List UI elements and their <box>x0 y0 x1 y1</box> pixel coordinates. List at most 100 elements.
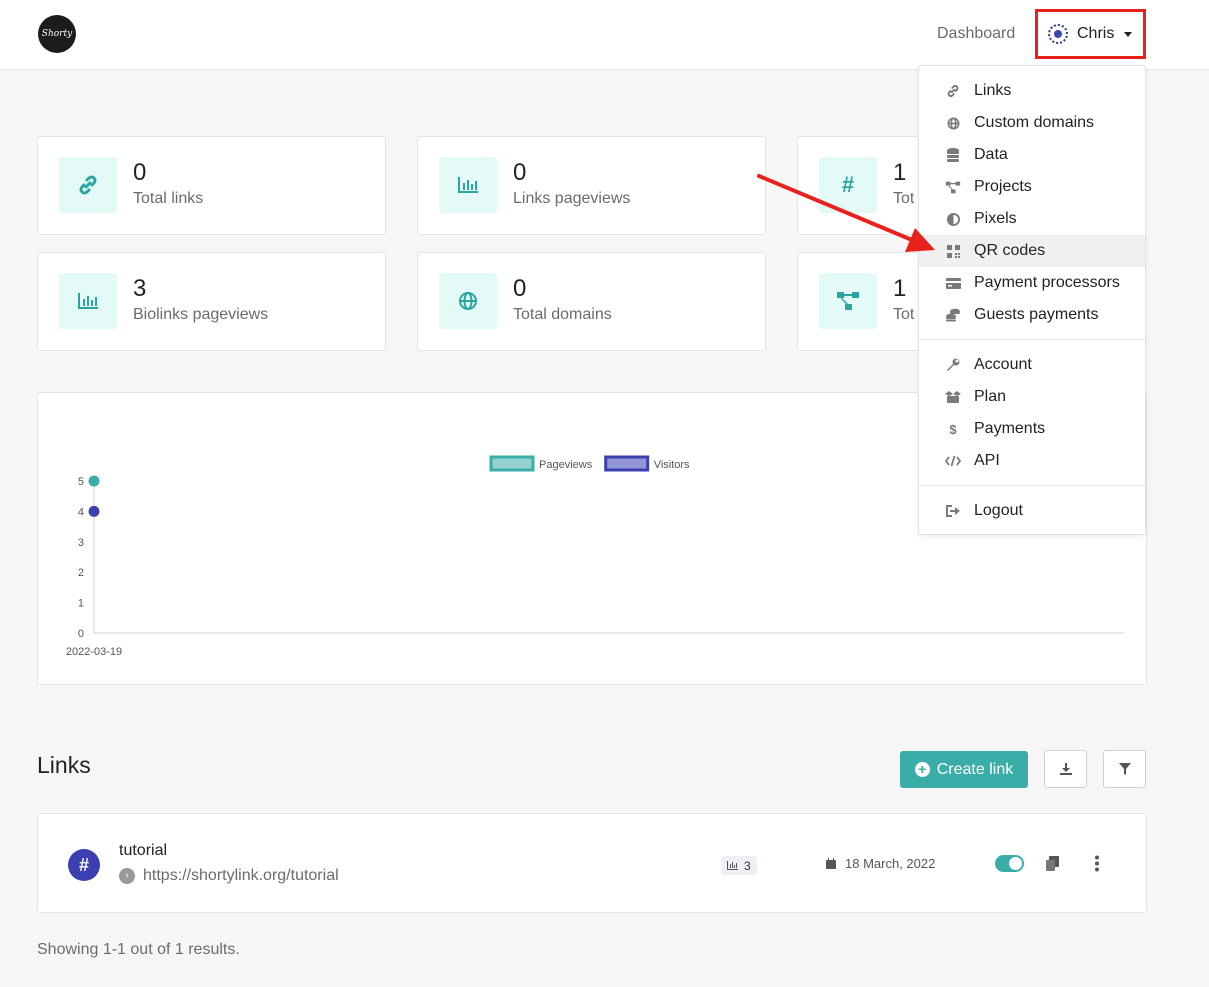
stat-card-biolinks-pageviews: 3 Biolinks pageviews <box>37 252 386 351</box>
menu-item-label: Payments <box>974 420 1046 437</box>
navbar: Shorty Dashboard Chris <box>0 0 1209 70</box>
bar-chart-icon <box>727 861 738 870</box>
adjust-icon <box>945 211 961 227</box>
globe-icon <box>439 273 497 329</box>
menu-item-label: Projects <box>974 178 1032 195</box>
menu-item-custom-domains[interactable]: Custom domains <box>919 107 1145 139</box>
database-icon <box>945 147 961 163</box>
hashtag-icon: # <box>68 849 100 881</box>
bar-chart-icon <box>59 273 117 329</box>
legend-label: Pageviews <box>539 459 593 471</box>
legend-swatch-pageviews <box>489 455 535 472</box>
pageviews-count: 3 <box>744 858 751 873</box>
create-link-label: Create link <box>936 760 1014 778</box>
y-tick-label: 0 <box>78 628 84 640</box>
menu-item-label: Data <box>974 146 1008 163</box>
menu-item-account[interactable]: Account <box>919 349 1145 381</box>
x-tick-label: 2022-03-19 <box>66 646 122 658</box>
credit-card-icon <box>945 275 961 291</box>
menu-item-label: Guests payments <box>974 306 1099 323</box>
export-button[interactable] <box>1044 750 1087 788</box>
user-name: Chris <box>1077 25 1115 42</box>
box-open-icon <box>945 389 961 405</box>
hashtag-icon: # <box>819 157 877 213</box>
menu-item-payment-processors[interactable]: Payment processors <box>919 267 1145 299</box>
link-date-text: 18 March, 2022 <box>845 856 936 871</box>
results-summary: Showing 1-1 out of 1 results. <box>37 941 240 958</box>
copy-icon[interactable] <box>1046 856 1059 871</box>
data-point-visitors <box>88 505 100 517</box>
menu-item-logout[interactable]: Logout <box>919 495 1145 527</box>
link-url-text: https://shortylink.org/tutorial <box>143 867 339 884</box>
link-date: 18 March, 2022 <box>826 856 935 871</box>
avatar-icon <box>1048 24 1068 44</box>
pageviews-badge[interactable]: 3 <box>721 856 757 875</box>
menu-item-label: QR codes <box>974 242 1046 259</box>
menu-item-data[interactable]: Data <box>919 139 1145 171</box>
globe-icon <box>945 115 961 131</box>
stat-label: Biolinks pageviews <box>133 306 269 323</box>
stat-label: Total domains <box>513 306 612 323</box>
legend-swatch-visitors <box>604 455 650 472</box>
link-icon <box>945 83 961 99</box>
project-diagram-icon <box>819 273 877 329</box>
menu-item-guests-payments[interactable]: Guests payments <box>919 299 1145 331</box>
menu-item-label: Payment processors <box>974 274 1120 291</box>
stat-value: 1 <box>893 275 907 302</box>
filter-button[interactable] <box>1103 750 1146 788</box>
brand-logo[interactable]: Shorty <box>38 15 76 53</box>
data-point-pageviews <box>88 475 100 487</box>
menu-divider <box>919 485 1145 486</box>
link-icon <box>59 157 117 213</box>
nav-dashboard-link[interactable]: Dashboard <box>937 25 1015 43</box>
calendar-icon <box>826 858 836 869</box>
menu-item-payments[interactable]: $ Payments <box>919 413 1145 445</box>
menu-item-label: Logout <box>974 502 1023 519</box>
filter-icon <box>1118 763 1131 775</box>
stat-value: 0 <box>133 159 147 186</box>
menu-item-label: Pixels <box>974 210 1017 227</box>
stat-label: Tot <box>893 190 915 207</box>
download-icon <box>1059 763 1072 775</box>
coins-icon <box>945 307 961 323</box>
plus-circle-icon: + <box>914 762 930 777</box>
menu-item-label: Links <box>974 82 1012 99</box>
qrcode-icon <box>945 243 961 259</box>
create-link-button[interactable]: + Create link <box>900 751 1028 788</box>
code-icon <box>945 453 961 469</box>
menu-item-links[interactable]: Links <box>919 75 1145 107</box>
link-url[interactable]: › https://shortylink.org/tutorial <box>119 867 339 885</box>
stat-value: 0 <box>513 159 527 186</box>
menu-item-api[interactable]: API <box>919 445 1145 477</box>
stat-card-links-pageviews: 0 Links pageviews <box>417 136 766 235</box>
stat-value: 1 <box>893 159 907 186</box>
stat-card-total-domains: 0 Total domains <box>417 252 766 351</box>
chevron-right-icon: › <box>119 868 135 884</box>
y-tick-label: 1 <box>78 598 84 610</box>
menu-item-plan[interactable]: Plan <box>919 381 1145 413</box>
logo-text: Shorty <box>41 29 73 39</box>
menu-item-projects[interactable]: Projects <box>919 171 1145 203</box>
menu-item-label: Account <box>974 356 1032 373</box>
menu-item-pixels[interactable]: Pixels <box>919 203 1145 235</box>
stat-card-total-links: 0 Total links <box>37 136 386 235</box>
link-row[interactable]: # tutorial › https://shortylink.org/tuto… <box>37 813 1147 913</box>
y-tick-label: 4 <box>78 506 84 518</box>
menu-item-label: Custom domains <box>974 114 1095 131</box>
menu-item-label: Plan <box>974 388 1007 405</box>
project-diagram-icon <box>945 179 961 195</box>
menu-item-qr-codes[interactable]: QR codes <box>919 235 1145 267</box>
wrench-icon <box>945 357 961 373</box>
stat-label: Total links <box>133 190 204 207</box>
link-name[interactable]: tutorial <box>119 842 167 860</box>
link-enabled-toggle[interactable] <box>995 855 1024 872</box>
stat-value: 3 <box>133 275 147 302</box>
sign-out-icon <box>945 503 961 519</box>
y-tick-label: 3 <box>78 537 84 549</box>
stat-label: Tot <box>893 306 915 323</box>
stat-value: 0 <box>513 275 527 302</box>
y-tick-label: 2 <box>78 567 84 579</box>
more-vertical-icon[interactable] <box>1094 855 1100 872</box>
user-menu-toggle[interactable]: Chris <box>1035 9 1146 59</box>
y-tick-label: 5 <box>78 476 84 488</box>
